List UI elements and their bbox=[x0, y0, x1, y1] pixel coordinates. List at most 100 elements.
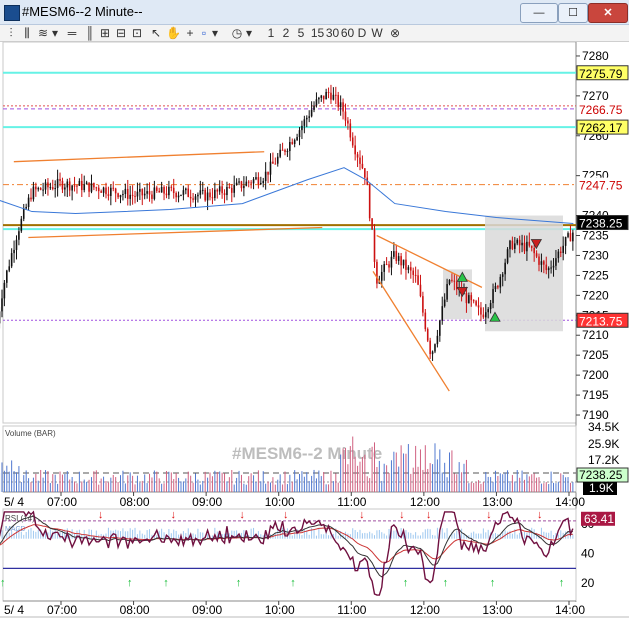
price-tick-label: 7270 bbox=[582, 89, 609, 103]
chart-area[interactable]: 7280727072607250724072357230722572207215… bbox=[0, 0, 629, 618]
price-bar-body bbox=[547, 268, 550, 271]
price-bar-body bbox=[211, 197, 214, 199]
price-bar-body bbox=[134, 195, 136, 197]
price-bar-body bbox=[139, 189, 141, 192]
price-bar-body bbox=[342, 102, 344, 112]
price-tick-label: 7195 bbox=[582, 388, 609, 402]
price-bar-body bbox=[497, 286, 499, 288]
price-bar-body bbox=[129, 194, 131, 199]
price-label-text: 7275.79 bbox=[579, 67, 623, 81]
price-bar-body bbox=[189, 196, 192, 199]
price-bar-body bbox=[257, 177, 260, 185]
price-bar-body bbox=[521, 242, 523, 246]
price-bar-body bbox=[117, 193, 119, 198]
price-tick-label: 7220 bbox=[582, 288, 609, 302]
price-bar-body bbox=[76, 185, 78, 187]
time-tick-label: 13:00 bbox=[482, 495, 512, 509]
time-tick-label: 10:00 bbox=[265, 495, 295, 509]
rsi-last-text: 63.41 bbox=[584, 512, 614, 526]
price-bar-body bbox=[15, 239, 18, 250]
rsi-label: RSI (14) bbox=[5, 514, 35, 523]
price-bar-body bbox=[221, 186, 223, 194]
price-bar-body bbox=[93, 183, 95, 188]
price-bar-body bbox=[214, 189, 216, 198]
price-bar-body bbox=[559, 251, 562, 253]
price-bar-body bbox=[100, 191, 102, 193]
price-bar-body bbox=[281, 149, 284, 151]
price-bar-body bbox=[434, 344, 436, 352]
price-bar-body bbox=[480, 307, 482, 315]
price-bar-body bbox=[470, 295, 473, 301]
price-bar-body bbox=[289, 142, 291, 152]
price-bar-body bbox=[308, 116, 310, 118]
price-bar-body bbox=[81, 180, 83, 191]
price-bar-body bbox=[102, 187, 105, 193]
price-bar-body bbox=[550, 267, 552, 269]
price-bar-body bbox=[13, 249, 15, 254]
price-bar-body bbox=[260, 182, 262, 185]
price-bar-body bbox=[407, 267, 410, 270]
price-bar-body bbox=[59, 178, 61, 181]
price-tick-label: 7235 bbox=[582, 228, 609, 242]
price-bar-body bbox=[146, 191, 148, 194]
volume-last-text: 7238.25 bbox=[579, 468, 623, 482]
price-bar-body bbox=[185, 188, 187, 191]
price-bar-body bbox=[216, 189, 219, 192]
price-bar-body bbox=[305, 117, 308, 120]
price-bar-body bbox=[68, 181, 71, 191]
rsi-sell-arrow: ↓ bbox=[170, 509, 176, 521]
price-bar-body bbox=[414, 274, 417, 276]
time-tick-label: 14:00 bbox=[555, 603, 585, 617]
price-label-text: 7262.17 bbox=[579, 121, 623, 135]
price-bar-body bbox=[482, 314, 485, 318]
price-bar-body bbox=[247, 181, 250, 183]
price-bar-body bbox=[262, 180, 265, 183]
price-bar-body bbox=[422, 296, 424, 313]
time-tick-label: 09:00 bbox=[192, 603, 222, 617]
price-bar-body bbox=[453, 280, 456, 282]
price-bar-body bbox=[530, 245, 533, 248]
price-bar-body bbox=[526, 241, 528, 252]
price-bar-body bbox=[380, 271, 383, 281]
price-bar-body bbox=[419, 284, 422, 297]
price-bar-body bbox=[272, 161, 274, 164]
price-bar-body bbox=[468, 295, 470, 304]
price-bar-body bbox=[160, 187, 163, 193]
price-bar-body bbox=[114, 188, 117, 194]
price-bar-body bbox=[487, 309, 490, 313]
price-label-text: 7213.75 bbox=[579, 314, 623, 328]
price-bar-body bbox=[18, 231, 20, 240]
price-bar-body bbox=[516, 239, 519, 244]
price-bar-body bbox=[10, 253, 13, 267]
price-bar-body bbox=[192, 198, 194, 200]
price-bar-body bbox=[557, 251, 560, 259]
price-bar-body bbox=[443, 299, 446, 307]
price-bar-body bbox=[330, 92, 332, 100]
price-bar-body bbox=[501, 274, 504, 277]
price-bar-body bbox=[165, 193, 168, 196]
rsi-buy-arrow: ↑ bbox=[236, 577, 242, 589]
price-tick-label: 7200 bbox=[582, 368, 609, 382]
price-bar-body bbox=[56, 178, 59, 188]
rsi-buy-arrow: ↑ bbox=[0, 577, 5, 589]
price-bar-body bbox=[337, 94, 340, 108]
price-bar-body bbox=[136, 191, 139, 197]
price-bar-body bbox=[327, 91, 330, 93]
price-bar-body bbox=[177, 195, 180, 198]
price-bar-body bbox=[431, 351, 434, 355]
price-bar-body bbox=[6, 270, 8, 283]
price-bar-body bbox=[206, 192, 209, 201]
price-bar-body bbox=[201, 189, 204, 191]
price-bar-body bbox=[107, 194, 110, 196]
price-bar-body bbox=[66, 181, 69, 188]
price-bar-body bbox=[441, 306, 444, 321]
price-bar-body bbox=[393, 251, 395, 257]
price-tick-label: 7225 bbox=[582, 268, 609, 282]
price-bar-body bbox=[252, 179, 255, 184]
price-bar-body bbox=[538, 256, 540, 265]
price-bar-body bbox=[64, 187, 66, 190]
price-bar-body bbox=[293, 140, 296, 144]
price-bar-body bbox=[126, 188, 129, 199]
time-tick-label: 12:00 bbox=[410, 495, 440, 509]
time-tick-label: 5/ 4 bbox=[4, 495, 24, 509]
